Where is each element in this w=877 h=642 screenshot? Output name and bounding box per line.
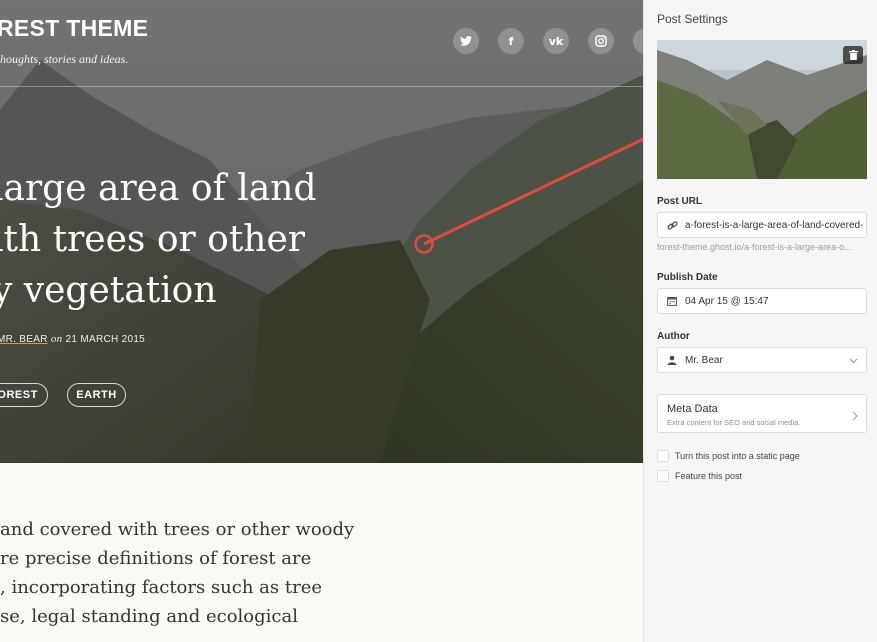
user-icon [665,355,679,365]
excerpt-line: , incorporating factors such as tree [0,577,323,598]
meta-data-button[interactable]: Meta Data Extra content for SEO and soci… [657,394,867,433]
vk-icon[interactable]: vk [543,28,569,54]
hero-cover: REST THEME houghts, stories and ideas. f… [0,0,643,463]
excerpt-line: and covered with trees or other woody [0,519,355,540]
calendar-icon [665,296,679,306]
trash-icon [848,50,858,60]
static-page-label[interactable]: Turn this post into a static page [675,451,800,461]
post-date: 21 MARCH 2015 [65,334,146,345]
author-link[interactable]: MR. BEAR [0,334,48,345]
author-select[interactable]: Mr. Bear [657,347,867,373]
headline-line: large area of land [0,168,317,209]
header-divider [0,86,643,87]
post-url-label: Post URL [657,196,702,207]
post-settings-panel: Post Settings Post URL a-forest-is-a-lar… [643,0,877,642]
meta-data-title: Meta Data [667,403,718,415]
headline-line: ith trees or other [0,219,305,260]
panel-title: Post Settings [657,12,728,26]
author-value: Mr. Bear [685,354,723,366]
excerpt-line: se, legal standing and ecological [0,606,298,627]
post-url-value: a-forest-is-a-large-area-of-land-covered… [685,219,864,231]
site-title[interactable]: REST THEME [0,15,148,42]
post-headline: large area of land ith trees or other y … [0,163,317,316]
link-icon [665,220,679,231]
publish-date-value: 04 Apr 15 @ 15:47 [685,295,769,307]
post-url-input[interactable]: a-forest-is-a-large-area-of-land-covered… [657,212,867,238]
post-image[interactable] [657,40,867,179]
post-url-preview: forest-theme.ghost.io/a-forest-is-a-larg… [657,242,852,252]
post-excerpt: and covered with trees or other woody re… [0,515,643,631]
facebook-icon[interactable]: f [498,28,524,54]
instagram-icon[interactable] [588,28,614,54]
tag-earth[interactable]: EARTH [67,383,126,407]
feature-post-label[interactable]: Feature this post [675,471,742,481]
twitter-icon[interactable] [453,28,479,54]
author-label: Author [657,331,690,342]
feature-post-checkbox[interactable] [657,470,669,482]
publish-date-label: Publish Date [657,272,718,283]
chevron-right-icon [852,408,858,426]
date-prefix: on [50,333,63,345]
post-image-preview [657,40,867,179]
headline-line: y vegetation [0,270,217,311]
excerpt-line: re precise definitions of forest are [0,548,312,569]
meta-data-subtitle: Extra content for SEO and social media. [667,418,801,427]
static-page-checkbox[interactable] [657,450,669,462]
tag-forest[interactable]: FOREST [0,383,48,407]
post-byline: MR. BEAR on 21 MARCH 2015 [0,333,145,345]
delete-image-button[interactable] [843,46,863,64]
publish-date-input[interactable]: 04 Apr 15 @ 15:47 [657,288,867,314]
chevron-down-icon [849,356,858,367]
site-description: houghts, stories and ideas. [0,52,129,66]
